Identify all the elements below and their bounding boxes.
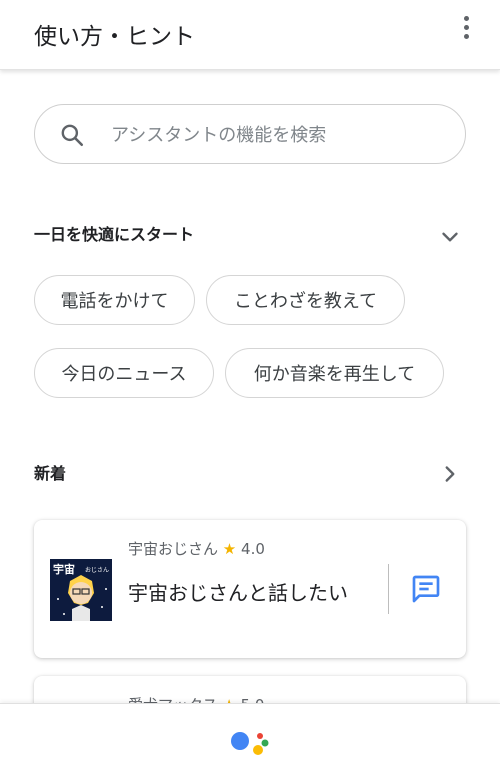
chat-icon[interactable] (410, 573, 442, 605)
app-header: 使い方・ヒント (0, 0, 500, 70)
developer-name: 宇宙おじさん (128, 540, 219, 558)
star-icon: ★ (222, 540, 237, 558)
suggestion-chip[interactable]: ことわざを教えて (206, 275, 405, 325)
action-card[interactable]: 宇宙 おじさん 宇宙おじさん ★ 4.0 宇宙おじさんと話したい (34, 520, 466, 658)
card-divider (388, 564, 389, 614)
section-title-quick-start: 一日を快適にスタート (34, 225, 195, 244)
card-meta: 宇宙おじさん ★ 4.0 (128, 538, 265, 559)
page-title: 使い方・ヒント (34, 24, 195, 50)
chevron-right-icon[interactable] (437, 461, 463, 487)
thumbnail-text: 宇宙 (53, 562, 75, 576)
rating-value: 4.0 (241, 540, 265, 558)
google-assistant-icon[interactable] (226, 725, 274, 765)
search-input[interactable] (111, 121, 441, 149)
suggestion-chip[interactable]: 今日のニュース (34, 348, 214, 398)
thumbnail-subtext: おじさん (85, 567, 109, 574)
more-vert-icon[interactable] (452, 12, 480, 42)
section-title-new: 新着 (34, 464, 67, 483)
card-thumbnail: 宇宙 おじさん (50, 559, 112, 621)
search-icon (61, 124, 84, 147)
card-title: 宇宙おじさんと話したい (128, 581, 348, 605)
search-bar[interactable] (34, 104, 466, 164)
chevron-down-icon[interactable] (437, 224, 463, 250)
bottom-bar (0, 703, 500, 779)
suggestion-chip[interactable]: 何か音楽を再生して (225, 348, 444, 398)
suggestion-chip[interactable]: 電話をかけて (34, 275, 195, 325)
